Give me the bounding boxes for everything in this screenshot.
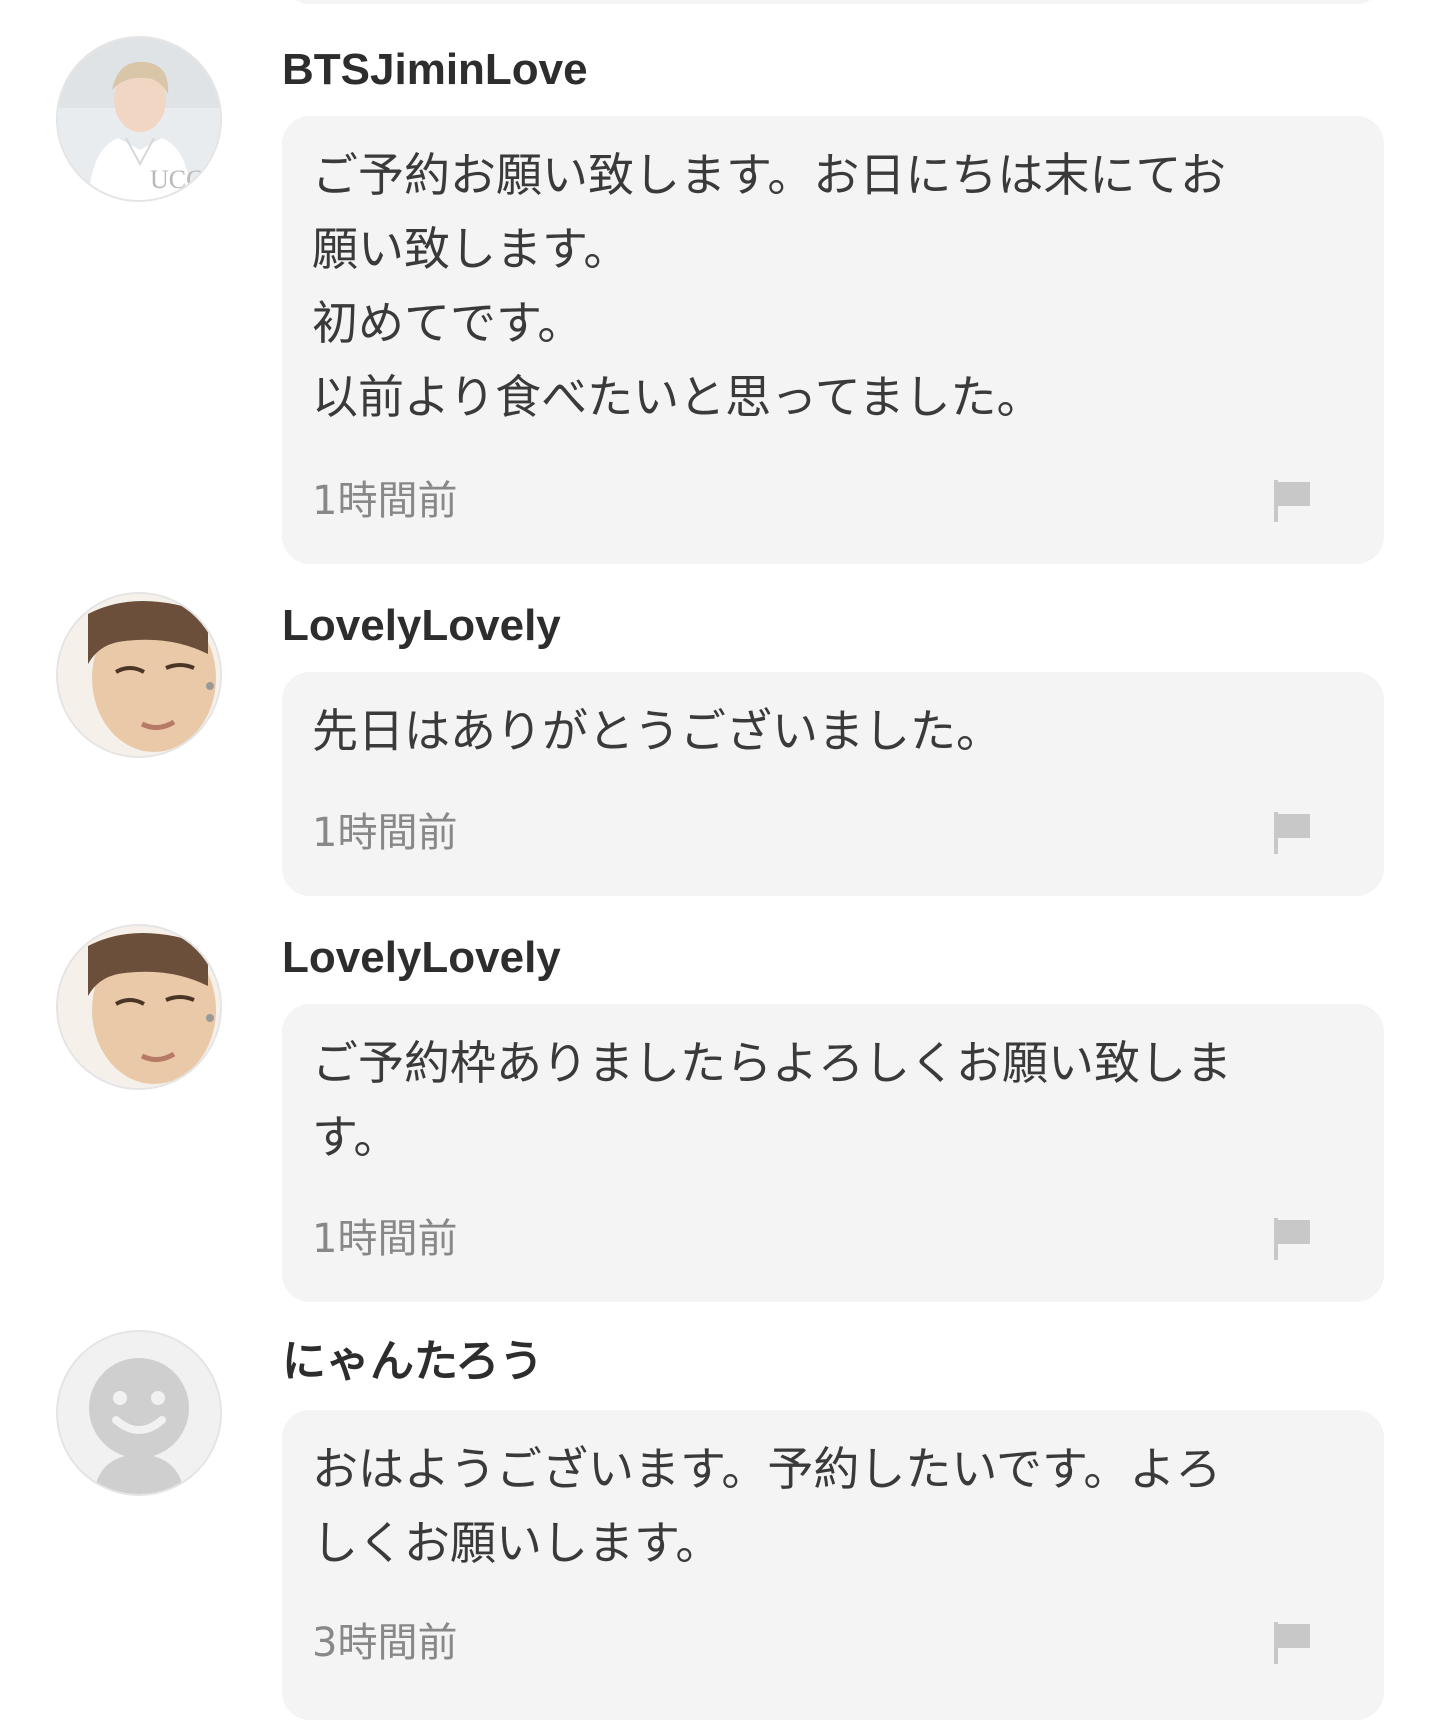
flag-icon[interactable]	[1272, 1620, 1312, 1666]
comment-username[interactable]: LovelyLovely	[282, 932, 561, 984]
user-photo-avatar-icon: UCC	[58, 38, 220, 200]
comment-bubble: ご予約お願い致します。お日にちは末にてお 願い致します。 初めてです。 以前より…	[282, 116, 1384, 564]
comment-text-line: 先日はありがとうございました。	[312, 704, 1002, 758]
user-photo-avatar-icon	[58, 926, 220, 1088]
comment-timestamp: 1時間前	[312, 478, 458, 524]
comment-bubble: おはようございます。予約したいです。よろ しくお願いします。 3時間前	[282, 1410, 1384, 1720]
user-avatar[interactable]	[56, 592, 222, 758]
comment-username[interactable]: BTSJiminLove	[282, 44, 588, 96]
user-avatar[interactable]: UCC	[56, 36, 222, 202]
comment-username[interactable]: LovelyLovely	[282, 600, 561, 652]
comment-text-line: 願い致します。	[312, 222, 630, 276]
comment-meta: 1時間前	[312, 476, 1312, 526]
default-smiley-avatar-icon	[58, 1332, 220, 1494]
user-avatar[interactable]	[56, 1330, 222, 1496]
flag-icon[interactable]	[1272, 478, 1312, 524]
comment-meta: 1時間前	[312, 808, 1312, 858]
comment-text-line: す。	[312, 1110, 400, 1164]
comment-meta: 1時間前	[312, 1214, 1312, 1264]
comment-meta: 3時間前	[312, 1618, 1312, 1668]
flag-icon[interactable]	[1272, 1216, 1312, 1262]
comment-bubble: ご予約枠ありましたらよろしくお願い致しま す。 1時間前	[282, 1004, 1384, 1302]
user-photo-avatar-icon	[58, 594, 220, 756]
comment-timestamp: 3時間前	[312, 1620, 458, 1666]
user-avatar[interactable]	[56, 924, 222, 1090]
comment-username[interactable]: にゃんたろう	[282, 1336, 543, 1388]
comment-text-line: ご予約枠ありましたらよろしくお願い致しま	[312, 1036, 1232, 1090]
comment-text-line: ご予約お願い致します。お日にちは末にてお	[312, 148, 1227, 202]
comment-timestamp: 1時間前	[312, 810, 458, 856]
comment-text-line: しくお願いします。	[312, 1516, 722, 1570]
comment-text-line: おはようございます。予約したいです。よろ	[312, 1442, 1222, 1496]
comment-timestamp: 1時間前	[312, 1216, 458, 1262]
comment-bubble: 先日はありがとうございました。 1時間前	[282, 672, 1384, 896]
comment-text-line: 以前より食べたいと思ってました。	[312, 370, 1043, 424]
comment-text-line: 初めてです。	[312, 296, 584, 350]
svg-text:UCC: UCC	[150, 165, 203, 194]
flag-icon[interactable]	[1272, 810, 1312, 856]
previous-comment-bubble	[282, 0, 1384, 4]
